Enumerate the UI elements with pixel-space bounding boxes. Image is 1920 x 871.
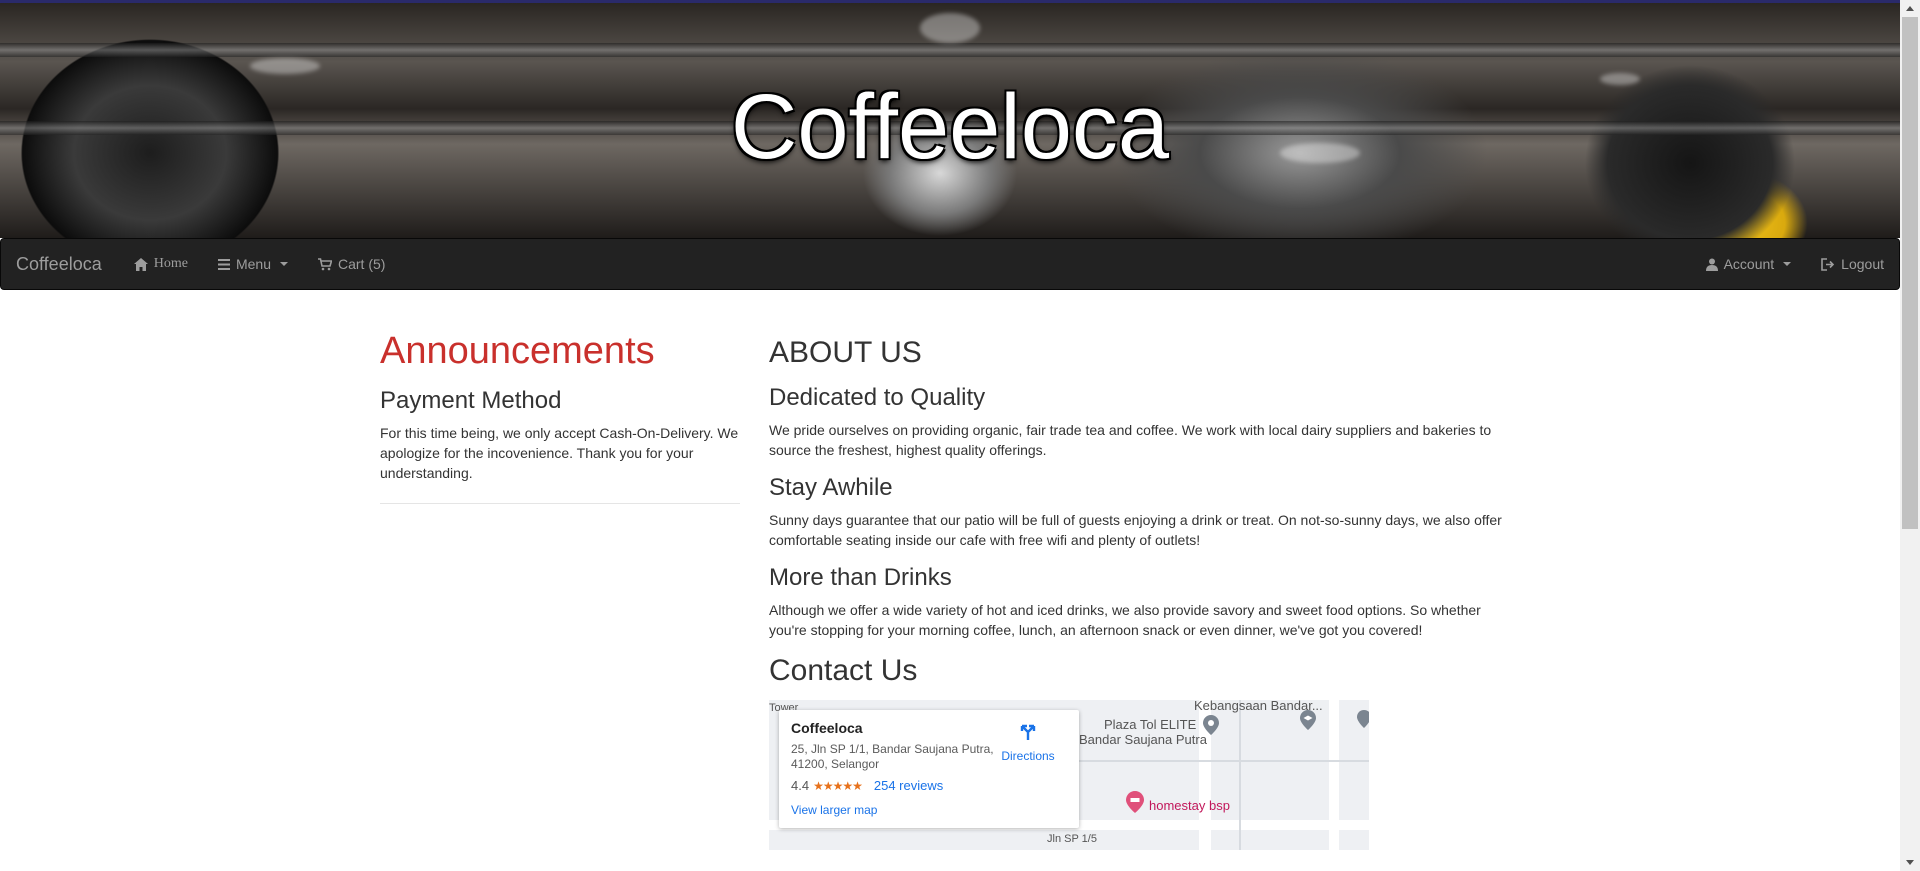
hotel-pin-icon[interactable] [1126, 791, 1144, 818]
contact-title: Contact Us [769, 654, 918, 687]
about-subtitle: Dedicated to Quality [769, 384, 986, 411]
nav-cart-label: Cart (5) [337, 256, 386, 272]
about-paragraph: We pride ourselves on providing organic,… [769, 422, 1492, 458]
about-paragraph: Sunny days guarantee that our patio will… [769, 512, 1502, 548]
directions-button[interactable]: Directions [993, 722, 1063, 763]
caret-down-icon [279, 262, 288, 266]
nav-menu-dropdown[interactable]: Menu [203, 256, 303, 272]
announcements-title: Announcements [380, 330, 655, 372]
nav-menu-label: Menu [235, 256, 271, 272]
map-road [1239, 700, 1241, 850]
hero-banner: Coffeeloca [0, 0, 1900, 238]
banner-title: Coffeeloca [730, 76, 1170, 178]
map-label: Plaza Tol ELITE [1104, 717, 1197, 732]
map-pin-icon[interactable] [1357, 710, 1369, 733]
navbar-right: Account Logout [1691, 256, 1899, 272]
rating-value: 4.4 [791, 778, 810, 793]
announcement-title: Payment Method [380, 387, 562, 414]
map-pin-icon[interactable] [1203, 715, 1219, 740]
nav-account-label: Account [1723, 256, 1775, 272]
scroll-up-arrow-icon[interactable] [1900, 0, 1920, 17]
banner-decoration [0, 43, 1900, 57]
nav-home[interactable]: Home [119, 256, 203, 272]
about-section: ABOUT US Dedicated to Quality We pride o… [769, 330, 1514, 850]
banner-decoration [250, 58, 320, 74]
page-scrollbar[interactable] [1900, 0, 1920, 871]
map-label: Bandar Saujana Putra [1079, 732, 1207, 747]
view-larger-map-link[interactable]: View larger map [791, 803, 1067, 817]
about-paragraph: Although we offer a wide variety of hot … [769, 602, 1481, 638]
rating-stars-icon: ★★★★★ [813, 778, 863, 793]
cart-icon [317, 257, 332, 271]
announcement-text: For this time being, we only accept Cash… [380, 425, 739, 481]
banner-decoration [920, 13, 980, 43]
nav-logout[interactable]: Logout [1806, 256, 1884, 272]
page: Coffeeloca Coffeeloca Home Menu Cart (5) [0, 0, 1900, 871]
place-address: 25, Jln SP 1/1, Bandar Saujana Putra, 41… [791, 742, 994, 771]
announcement-divider [380, 503, 740, 504]
navbar: Coffeeloca Home Menu Cart (5) Account Lo… [0, 238, 1900, 290]
menu-icon [217, 258, 230, 270]
about-title: ABOUT US [769, 336, 922, 369]
map-place-card: Coffeeloca 25, Jln SP 1/1, Bandar Saujan… [779, 710, 1079, 828]
announcements-panel: Announcements Payment Method For this ti… [380, 330, 740, 504]
directions-icon [1018, 722, 1038, 745]
reviews-link[interactable]: 254 reviews [874, 778, 943, 793]
logout-icon [1821, 257, 1835, 271]
map-label: homestay bsp [1149, 798, 1230, 813]
user-icon [1705, 258, 1718, 271]
place-rating: 4.4 ★★★★★ 254 reviews [791, 778, 1067, 793]
directions-label: Directions [1001, 749, 1055, 763]
home-icon [133, 257, 148, 271]
school-pin-icon[interactable] [1300, 710, 1316, 735]
scroll-down-arrow-icon[interactable] [1900, 854, 1920, 871]
map-label: Jln SP 1/5 [1047, 833, 1097, 845]
map-road [1329, 700, 1339, 850]
scrollbar-thumb[interactable] [1902, 17, 1918, 529]
embedded-map[interactable]: Tower Kebangsaan Bandar... Plaza Tol ELI… [769, 700, 1369, 850]
caret-down-icon [1783, 262, 1792, 266]
about-subtitle: Stay Awhile [769, 474, 893, 501]
nav-home-label: Home [153, 256, 188, 271]
nav-logout-label: Logout [1841, 256, 1884, 272]
nav-account-dropdown[interactable]: Account [1691, 256, 1807, 272]
navbar-brand[interactable]: Coffeeloca [1, 254, 117, 275]
nav-cart[interactable]: Cart (5) [303, 256, 400, 272]
map-road [1069, 760, 1369, 762]
about-subtitle: More than Drinks [769, 564, 952, 591]
